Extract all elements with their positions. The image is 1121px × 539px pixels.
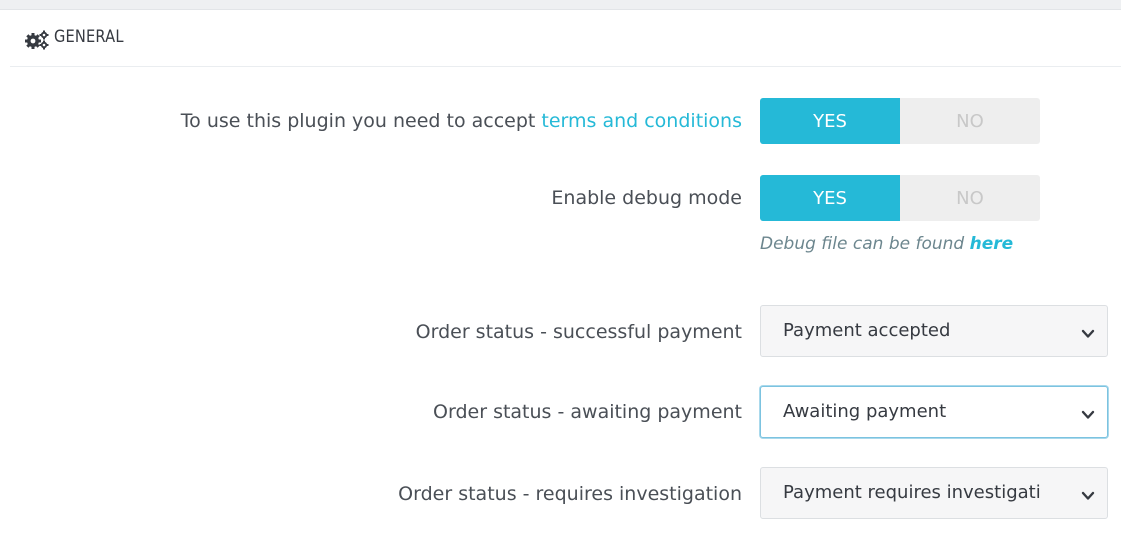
order-status-successful-value: Payment accepted <box>783 320 951 341</box>
chevron-down-icon <box>1081 325 1095 338</box>
order-status-successful-select[interactable]: Payment accepted <box>760 305 1108 357</box>
general-settings-panel: GENERAL To use this plugin you need to a… <box>0 0 1121 539</box>
chevron-down-icon <box>1081 406 1095 419</box>
terms-no-option[interactable]: NO <box>900 98 1040 144</box>
section-title: GENERAL <box>54 27 124 47</box>
order-status-investigation-value: Payment requires investigati <box>783 482 1041 503</box>
terms-label: To use this plugin you need to accept te… <box>181 110 742 132</box>
debug-yes-option[interactable]: YES <box>760 175 900 221</box>
order-status-successful-label: Order status - successful payment <box>415 321 742 343</box>
panel-top-border <box>0 0 1121 10</box>
order-status-awaiting-label: Order status - awaiting payment <box>433 401 742 423</box>
order-status-investigation-select[interactable]: Payment requires investigati <box>760 467 1108 519</box>
terms-link[interactable]: terms and conditions <box>541 110 742 132</box>
chevron-down-icon <box>1081 487 1095 500</box>
debug-help-text: Debug file can be found here <box>760 234 1013 254</box>
terms-switch[interactable]: YES NO <box>760 98 1040 144</box>
order-status-awaiting-value: Awaiting payment <box>783 401 947 422</box>
order-status-investigation-label: Order status - requires investigation <box>398 483 742 505</box>
debug-switch[interactable]: YES NO <box>760 175 1040 221</box>
debug-label: Enable debug mode <box>551 187 742 209</box>
debug-no-option[interactable]: NO <box>900 175 1040 221</box>
cogs-icon <box>24 30 50 50</box>
debug-file-link[interactable]: here <box>970 234 1014 254</box>
terms-label-text: To use this plugin you need to accept <box>180 110 542 132</box>
order-status-awaiting-select[interactable]: Awaiting payment <box>760 386 1108 438</box>
debug-help-prefix: Debug file can be found <box>760 234 970 254</box>
terms-yes-option[interactable]: YES <box>760 98 900 144</box>
panel-heading: GENERAL <box>10 10 1121 67</box>
